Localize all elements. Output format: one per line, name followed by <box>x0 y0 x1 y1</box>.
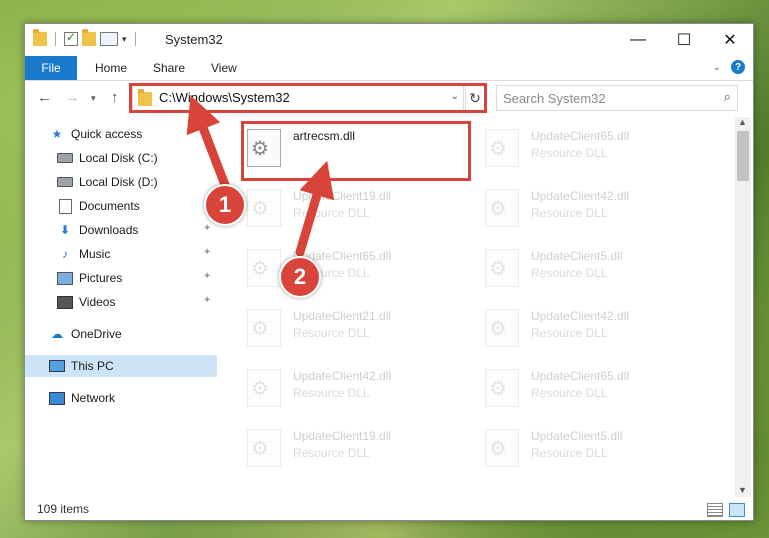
callout-badge-1: 1 <box>204 184 246 226</box>
callout-badge-2: 2 <box>279 256 321 298</box>
arrow-2 <box>295 160 335 257</box>
callout-arrows <box>186 95 335 257</box>
arrow-1 <box>186 95 230 190</box>
